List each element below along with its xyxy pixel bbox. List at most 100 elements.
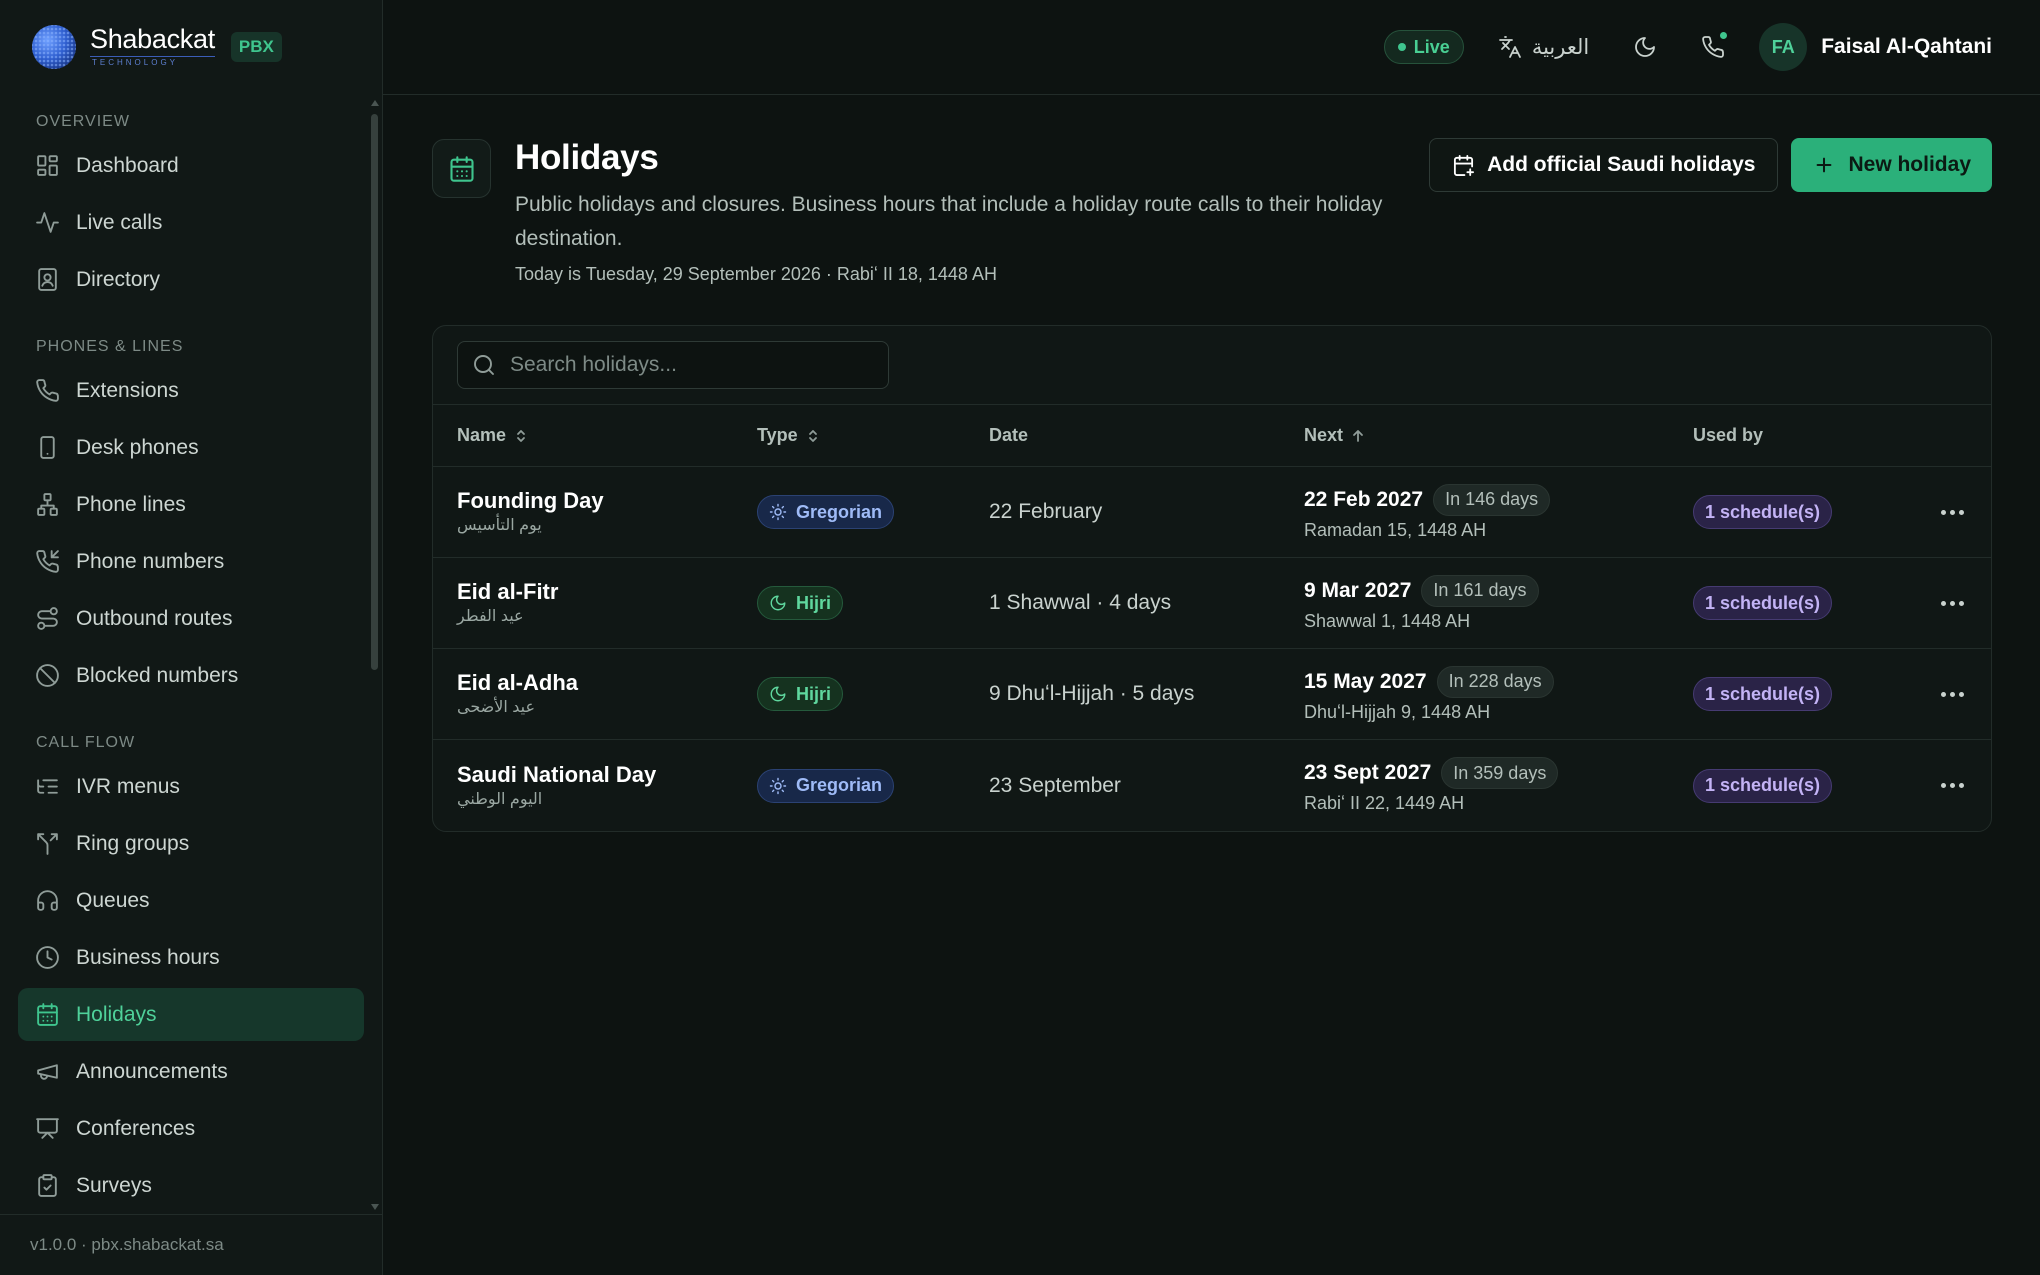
search-input[interactable] [510,353,870,377]
sort-chevrons-icon [808,429,817,442]
column-header-type[interactable]: Type [757,425,989,446]
presentation-icon [36,1118,59,1139]
sidebar-item-label: Blocked numbers [76,663,239,687]
sidebar-item-ring-groups[interactable]: Ring groups [18,817,364,870]
softphone-button[interactable] [1691,25,1735,69]
sidebar-item-blocked-numbers[interactable]: Blocked numbers [18,649,364,702]
language-label: العربية [1531,35,1590,59]
shabackat-logo-icon [32,24,76,69]
holiday-date: 22 February [989,500,1103,523]
sidebar-item-label: Business hours [76,945,220,969]
brand[interactable]: Shabackat TECHNOLOGY PBX [0,0,382,93]
sidebar-item-label: Queues [76,888,150,912]
brand-subtitle: TECHNOLOGY [90,56,215,67]
column-header-used-by: Used by [1693,425,1764,445]
translate-icon [1498,36,1521,58]
sidebar-item-queues[interactable]: Queues [18,874,364,927]
live-status-label: Live [1413,36,1450,57]
row-actions-more-icon[interactable] [1932,492,1972,532]
column-header-name[interactable]: Name [433,425,757,446]
used-by-badge[interactable]: 1 schedule(s) [1693,495,1833,529]
table-row[interactable]: Founding Day يوم التأسيس Gregorian 22 Fe… [433,467,1991,558]
nav-section-call-flow: CALL FLOW [36,734,136,751]
next-date: 15 May 2027 [1304,669,1427,693]
page-description: Public holidays and closures. Business h… [515,193,1383,250]
table-header: Name Type Date Next Used by [433,405,1991,467]
sidebar-item-holidays[interactable]: Holidays [18,988,364,1041]
sidebar-item-label: Announcements [76,1059,228,1083]
days-until-badge: In 146 days [1433,483,1551,516]
days-until-badge: In 228 days [1436,665,1554,698]
scrollbar-thumb[interactable] [371,114,378,670]
sidebar-item-extensions[interactable]: Extensions [18,364,364,417]
sun-icon [769,777,787,794]
clock-icon [36,946,59,969]
theme-toggle-button[interactable] [1623,25,1667,69]
used-by-badge[interactable]: 1 schedule(s) [1693,677,1833,711]
smartphone-icon [40,436,55,459]
plus-icon [1817,157,1832,173]
sidebar-item-label: Phone lines [76,492,186,516]
sidebar-scrollbar[interactable] [371,100,379,1210]
new-holiday-button[interactable]: New holiday [1791,138,1992,192]
next-date: 23 Sept 2027 [1304,761,1432,784]
sidebar-item-conferences[interactable]: Conferences [18,1102,364,1155]
days-until-badge: In 359 days [1441,757,1559,789]
next-hijri-date: Dhuʻl-Hijjah 9, 1448 AH [1304,701,1491,722]
sidebar-item-outbound-routes[interactable]: Outbound routes [18,592,364,645]
sidebar-item-label: Live calls [76,210,163,234]
sidebar-item-label: Dashboard [76,153,179,177]
sidebar-item-surveys[interactable]: Surveys [18,1159,364,1212]
row-actions-more-icon[interactable] [1932,583,1972,623]
phone-icon [36,379,59,402]
row-actions-more-icon[interactable] [1932,766,1972,806]
sidebar-item-phone-numbers[interactable]: Phone numbers [18,535,364,588]
type-badge: Hijri [757,677,844,711]
column-header-next[interactable]: Next [1304,425,1693,446]
search-box[interactable] [457,341,889,389]
scroll-up-arrow-icon[interactable] [371,100,379,106]
next-date: 22 Feb 2027 [1304,487,1424,511]
online-indicator-dot [1718,30,1730,41]
moon-icon [770,686,786,702]
table-row[interactable]: Eid al-Fitr عيد الفطر Hijri 1 Shawwal · … [433,558,1991,649]
sidebar-item-announcements[interactable]: Announcements [18,1045,364,1098]
holiday-name: Eid al-Adha [457,670,579,695]
language-switch-button[interactable]: العربية [1488,25,1599,69]
sidebar-item-label: IVR menus [76,774,180,798]
used-by-badge[interactable]: 1 schedule(s) [1693,586,1833,620]
new-holiday-label: New holiday [1848,153,1971,176]
sun-icon [769,503,787,521]
sidebar-item-business-hours[interactable]: Business hours [18,931,364,984]
scroll-down-arrow-icon[interactable] [371,1204,379,1210]
holiday-name-arabic: يوم التأسيس [457,517,542,534]
sidebar-item-label: Extensions [76,378,179,402]
sidebar-item-directory[interactable]: Directory [18,253,364,306]
avatar: FA [1759,23,1808,71]
holiday-date: 1 Shawwal · 4 days [989,591,1172,614]
table-row[interactable]: Saudi National Day اليوم الوطني Gregoria… [433,740,1991,831]
user-name: Faisal Al-Qahtani [1821,35,1992,58]
sidebar-item-live-calls[interactable]: Live calls [18,196,364,249]
sidebar-nav: OVERVIEW Dashboard Live calls Directory … [0,93,382,1214]
main-area: Live العربية FA Faisal Al-Qahtani Holida… [383,0,2040,1275]
next-date: 9 Mar 2027 [1304,578,1412,602]
type-badge: Hijri [757,586,844,620]
sidebar-item-phone-lines[interactable]: Phone lines [18,478,364,531]
page-icon [432,139,491,198]
table-row[interactable]: Eid al-Adha عيد الأضحى Hijri 9 Dhuʻl-Hij… [433,649,1991,740]
sidebar-item-label: Ring groups [76,831,190,855]
calendar-icon [37,1003,58,1026]
topbar: Live العربية FA Faisal Al-Qahtani [383,0,2040,95]
user-menu[interactable]: FA Faisal Al-Qahtani [1759,23,1992,71]
sidebar-item-dashboard[interactable]: Dashboard [18,139,364,192]
activity-icon [36,212,59,233]
used-by-badge[interactable]: 1 schedule(s) [1693,768,1833,803]
add-official-holidays-button[interactable]: Add official Saudi holidays [1429,138,1779,192]
sidebar-item-desk-phones[interactable]: Desk phones [18,421,364,474]
live-dot-icon [1397,43,1406,51]
sidebar-item-ivr-menus[interactable]: IVR menus [18,760,364,813]
add-official-holidays-label: Add official Saudi holidays [1487,153,1756,176]
row-actions-more-icon[interactable] [1932,674,1972,714]
arrow-up-icon [1353,429,1363,442]
